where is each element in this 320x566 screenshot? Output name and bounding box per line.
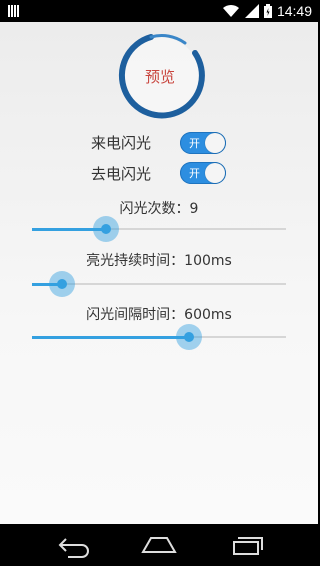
light-duration-label: 亮光持续时间：100ms: [86, 253, 232, 269]
toggle-knob: [205, 133, 225, 153]
signal-icon: [244, 4, 259, 18]
flash-count-slider[interactable]: [32, 216, 286, 242]
flash-interval-slider[interactable]: [32, 324, 286, 350]
main-content: 预览 来电闪光 开 去电闪光 开 闪光次数：9 亮光持续时间：100ms 闪光间…: [0, 22, 318, 524]
incoming-flash-toggle[interactable]: 开: [180, 132, 226, 154]
slider-thumb[interactable]: [93, 216, 119, 242]
slider-fill: [32, 336, 189, 339]
toggle-state-text: 开: [189, 167, 200, 180]
battery-icon: [263, 4, 272, 18]
status-icons: 14:49: [222, 0, 312, 22]
clock: 14:49: [276, 3, 312, 19]
slider-thumb[interactable]: [176, 324, 202, 350]
preview-label: 预览: [144, 67, 175, 86]
home-icon[interactable]: [139, 532, 179, 558]
outgoing-flash-toggle[interactable]: 开: [180, 162, 226, 184]
status-bar: 14:49: [0, 0, 318, 22]
back-icon[interactable]: [54, 532, 94, 558]
flash-count-label: 闪光次数：9: [119, 201, 199, 217]
toggle-knob: [205, 163, 225, 183]
incoming-flash-label: 来电闪光: [91, 134, 152, 152]
notification-icon: [8, 5, 20, 17]
toggle-state-text: 开: [189, 137, 200, 150]
flash-interval-label: 闪光间隔时间：600ms: [86, 307, 232, 323]
light-duration-slider[interactable]: [32, 271, 286, 297]
navigation-bar: [0, 524, 318, 566]
recent-apps-icon[interactable]: [226, 532, 266, 558]
slider-thumb[interactable]: [49, 271, 75, 297]
wifi-icon: [222, 4, 239, 17]
outgoing-flash-label: 去电闪光: [91, 165, 152, 183]
